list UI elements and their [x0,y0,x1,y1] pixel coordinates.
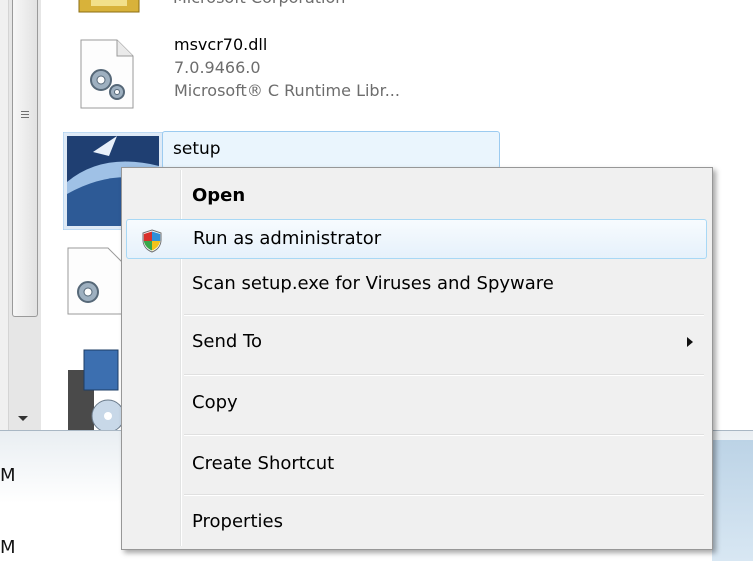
menu-item-label: Send To [192,331,263,352]
submenu-arrow-icon [687,337,693,347]
details-pane-text: M [0,537,16,558]
thumb-grip-line [21,111,29,112]
context-menu: Open Run as administrator Scan setup.exe… [121,167,713,550]
scroll-down-arrow-icon[interactable] [18,416,28,421]
menu-item-scan-for-viruses[interactable]: Scan setup.exe for Viruses and Spyware [126,265,707,305]
menu-separator [184,314,704,316]
menu-item-copy[interactable]: Copy [126,384,707,424]
menu-item-label: Properties [192,511,283,532]
menu-item-create-shortcut[interactable]: Create Shortcut [126,445,707,485]
menu-item-run-as-administrator[interactable]: Run as administrator [126,219,707,259]
config-file-icon [67,247,123,315]
selected-file-label[interactable]: setup [162,131,500,169]
dll-gear-icon [80,39,134,109]
installer-icon [68,349,124,434]
menu-item-open[interactable]: Open [126,177,707,217]
menu-separator [184,374,704,376]
menu-item-send-to[interactable]: Send To [126,323,707,363]
menu-item-label: Scan setup.exe for Viruses and Spyware [192,273,554,294]
left-panel-edge [0,0,8,430]
file-icon [78,0,140,13]
menu-item-label: Create Shortcut [192,453,335,474]
menu-item-label: Open [192,185,246,206]
menu-separator [184,494,704,496]
menu-item-label: Run as administrator [193,228,382,249]
file-publisher: Microsoft Corporation [173,0,345,9]
thumb-grip-line [21,117,29,118]
uac-shield-icon [142,229,162,253]
file-description: Microsoft® C Runtime Libr... [174,81,400,100]
file-version: 7.0.9466.0 [174,58,261,77]
details-pane-accent [712,440,753,561]
thumb-grip-line [21,114,29,115]
details-pane-text: M [0,465,16,486]
menu-separator [184,434,704,436]
menu-item-label: Copy [192,392,238,413]
menu-item-properties[interactable]: Properties [126,503,707,543]
vertical-scrollbar[interactable] [8,0,42,430]
file-name: msvcr70.dll [174,35,268,54]
file-name: setup [173,139,221,159]
scrollbar-thumb[interactable] [12,0,38,317]
